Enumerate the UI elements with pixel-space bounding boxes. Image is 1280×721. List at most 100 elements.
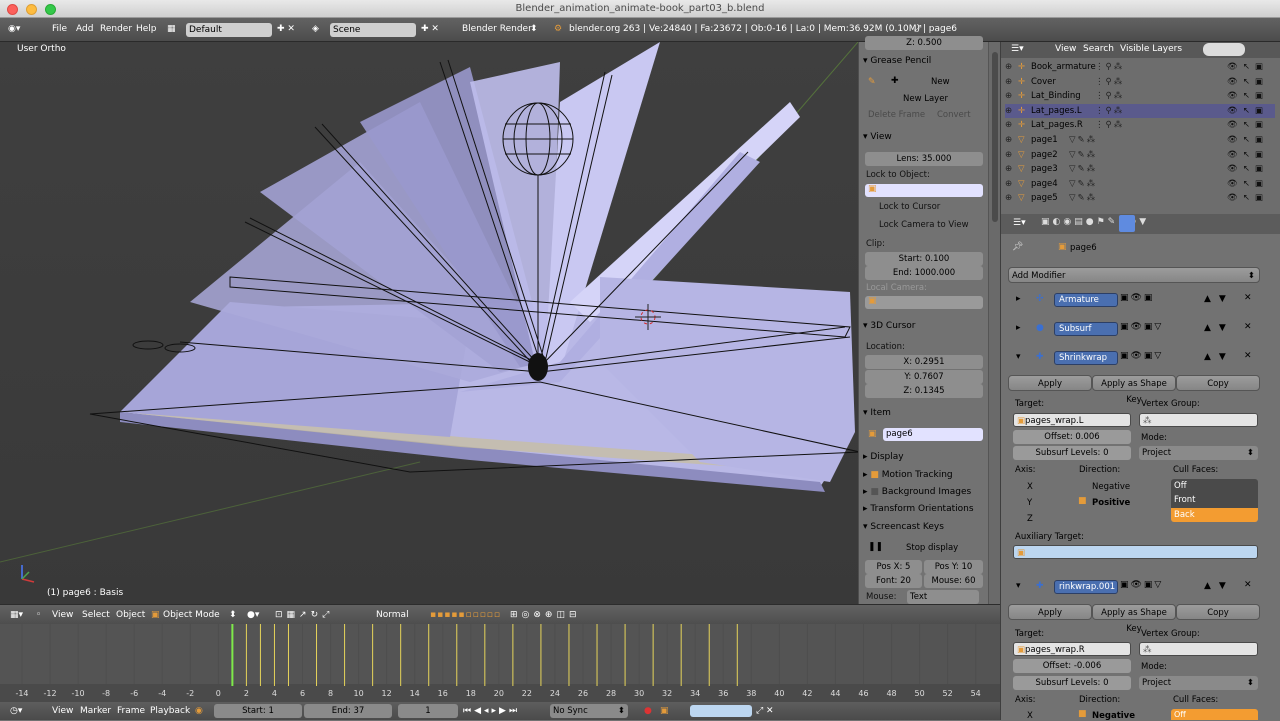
cull-front-option-1[interactable]: Front <box>1171 493 1258 508</box>
outliner-row[interactable]: ⊕ ▽ page2 ▽✎⁂ 👁︎↖▣ <box>1005 148 1275 163</box>
gp-new-button[interactable]: New <box>931 77 950 87</box>
mode-selector[interactable]: Object Mode <box>163 610 220 620</box>
object-data-icons[interactable]: ⋮⚲⁂ <box>1095 104 1124 119</box>
scene-selector[interactable]: Scene <box>330 23 416 37</box>
menu-help[interactable]: Help <box>136 24 157 34</box>
playback-controls-icons[interactable]: ⏮◀◂▸▶⏭ <box>463 706 520 716</box>
expand-icon[interactable]: ⊕ <box>1005 60 1012 75</box>
cursor-x-field[interactable]: X: 0.2951 <box>865 355 983 369</box>
pivot-orientation-select[interactable]: Normal <box>376 610 409 620</box>
timeline-editor-icon[interactable]: ◷▾ <box>10 706 22 716</box>
mode-select-2[interactable]: Project ⬍ <box>1139 676 1258 690</box>
transform-widget-icons[interactable]: ⊡▦↗↻⤢ <box>275 610 333 620</box>
modifier-move-icons[interactable]: ▲▼ <box>1204 581 1234 591</box>
modifier-move-icons[interactable]: ▲▼ <box>1204 352 1234 362</box>
outliner-item-name[interactable]: page4 <box>1031 177 1058 192</box>
menu-file[interactable]: File <box>52 24 67 34</box>
modifier-tab-icon[interactable] <box>1119 215 1135 232</box>
properties-editor-icon[interactable]: ☰▾ <box>1013 218 1026 228</box>
modifier-visibility-icons[interactable]: ▣👁︎▣ <box>1120 293 1154 303</box>
transform-orientations-header[interactable]: ▸ Transform Orientations <box>863 501 985 517</box>
n-panel-scrollbar[interactable] <box>988 42 1000 604</box>
object-data-icons[interactable]: ⋮⚲⁂ <box>1095 118 1124 133</box>
cursor-z-field[interactable]: Z: 0.1345 <box>865 384 983 398</box>
outliner-row[interactable]: ⊕ ▽ page5 ▽✎⁂ 👁︎↖▣ <box>1005 191 1275 206</box>
remove-modifier-icon[interactable]: ✕ <box>1244 351 1252 361</box>
outliner-row[interactable]: ⊕ ✛ Lat_pages.L ⋮⚲⁂ 👁︎↖▣ <box>1005 103 1275 119</box>
add-modifier-button[interactable]: Add Modifier ⬍ <box>1008 267 1260 283</box>
modifier-header[interactable]: ▾ ✚ Shrinkwrap ▣👁︎▣▽ ▲▼ ✕ <box>1008 350 1260 367</box>
expand-icon[interactable]: ⊕ <box>1005 177 1012 192</box>
timeline-frame-menu[interactable]: Frame <box>117 706 145 716</box>
clip-end-field[interactable]: End: 1000.000 <box>865 266 983 280</box>
visibility-icons[interactable]: 👁︎↖▣ <box>1227 118 1268 133</box>
expand-icon[interactable]: ⊕ <box>1005 118 1012 133</box>
visibility-icons[interactable]: 👁︎↖▣ <box>1227 89 1268 104</box>
add-layout-icon[interactable]: ✚ ✕ <box>277 24 295 34</box>
object-data-icons[interactable]: ▽✎⁂ <box>1069 133 1097 148</box>
object-data-icons[interactable]: ▽✎⁂ <box>1069 191 1097 206</box>
background-images-header[interactable]: ▸ ■ Background Images <box>863 484 985 500</box>
gp-new-layer-button[interactable]: New Layer <box>903 94 948 104</box>
insert-key-icon[interactable]: ⤢ ✕ <box>756 706 774 716</box>
expand-toggle-icon[interactable]: ▾ <box>1016 581 1021 591</box>
modifier-visibility-icons[interactable]: ▣👁︎▣▽ <box>1120 351 1163 361</box>
outliner-row[interactable]: ⊕ ✛ Cover ⋮⚲⁂ 👁︎↖▣ <box>1005 75 1275 90</box>
gp-delete-frame-button[interactable]: Delete Frame <box>868 110 925 120</box>
outliner-item-name[interactable]: Book_armature <box>1031 60 1096 75</box>
apply-shape-key-button-1[interactable]: Apply as Shape Key <box>1092 375 1176 405</box>
screencast-keys-header[interactable]: ▾ Screencast Keys <box>863 519 985 535</box>
pos-x-field[interactable]: Pos X: 5 <box>865 560 922 574</box>
remove-modifier-icon[interactable]: ✕ <box>1244 322 1252 332</box>
visibility-icons[interactable]: 👁︎↖▣ <box>1227 191 1268 206</box>
scrollbar-thumb[interactable] <box>992 52 998 222</box>
modifier-visibility-icons[interactable]: ▣👁︎▣▽ <box>1120 580 1163 590</box>
clip-start-field[interactable]: Start: 0.100 <box>865 252 983 266</box>
offset-field-1[interactable]: Offset: 0.006 <box>1013 430 1131 444</box>
timeline-marker-menu[interactable]: Marker <box>80 706 111 716</box>
record-icon[interactable]: ● <box>644 706 652 716</box>
stop-display-button[interactable]: Stop display <box>906 543 958 553</box>
local-camera-field[interactable]: ▣ <box>865 296 983 309</box>
subsurf-levels-field-2[interactable]: Subsurf Levels: 0 <box>1013 676 1131 690</box>
menu-render[interactable]: Render <box>100 24 132 34</box>
object-data-icons[interactable]: ⋮⚲⁂ <box>1095 75 1124 90</box>
menu-add[interactable]: Add <box>76 24 93 34</box>
keying-set-field[interactable] <box>690 705 752 717</box>
outliner-item-name[interactable]: Cover <box>1031 75 1056 90</box>
outliner-item-name[interactable]: page2 <box>1031 148 1058 163</box>
modifier-name-field[interactable]: Shrinkwrap <box>1054 351 1118 365</box>
modifier-name-field[interactable]: Subsurf <box>1054 322 1118 336</box>
negative-checkbox-1[interactable]: Negative <box>1092 482 1130 492</box>
add-scene-icon[interactable]: ✚ ✕ <box>421 24 439 34</box>
lock-object-field[interactable]: ▣ <box>865 184 983 197</box>
timeline-editor[interactable]: -14 -12 -10 -8 -6 -4 -2 0 2 4 6 8 10 12 14 16 18 20 22 24 26… <box>0 624 1000 702</box>
mode-select-1[interactable]: Project ⬍ <box>1139 446 1258 460</box>
motion-tracking-header[interactable]: ▸ ■ Motion Tracking <box>863 467 985 483</box>
outliner-row[interactable]: ⊕ ▽ page1 ▽✎⁂ 👁︎↖▣ <box>1005 133 1275 148</box>
outliner-row[interactable]: ⊕ ✛ Book_armature ⋮⚲⁂ 👁︎↖▣ <box>1005 60 1275 75</box>
mouse-size-field[interactable]: Mouse: 60 <box>924 574 983 588</box>
outliner-row[interactable]: ⊕ ▽ page3 ▽✎⁂ 👁︎↖▣ <box>1005 162 1275 177</box>
expand-icon[interactable]: ⊕ <box>1005 89 1012 104</box>
timeline-playback-menu[interactable]: Playback <box>150 706 190 716</box>
3d-select-menu[interactable]: Select <box>82 610 110 620</box>
modifier-header[interactable]: ▸ ✣ Armature ▣👁︎▣ ▲▼ ✕ <box>1008 292 1260 309</box>
object-data-icons[interactable]: ⋮⚲⁂ <box>1095 89 1124 104</box>
outliner-item-name[interactable]: Lat_pages.L <box>1031 104 1082 119</box>
snap-icons[interactable]: ⊞◎⊗⊕◫⊟ <box>510 610 581 620</box>
outliner-item-name[interactable]: Lat_pages.R <box>1031 118 1083 133</box>
vertex-group-field-1[interactable]: ⁂ <box>1139 413 1258 427</box>
minimize-window-button[interactable] <box>26 4 37 15</box>
lens-field[interactable]: Lens: 35.000 <box>865 152 983 166</box>
outliner-item-name[interactable]: page3 <box>1031 162 1058 177</box>
modifier-name-field[interactable]: Armature <box>1054 293 1118 307</box>
pos-y-field[interactable]: Pos Y: 10 <box>924 560 983 574</box>
grease-pencil-header[interactable]: ▾ Grease Pencil <box>863 53 985 69</box>
3d-viewport[interactable]: User Ortho (1) page6 : Basis <box>0 42 858 604</box>
axis-z-checkbox-1[interactable]: Z <box>1027 514 1033 524</box>
apply-button-1[interactable]: Apply <box>1008 375 1092 391</box>
offset-field-2[interactable]: Offset: -0.006 <box>1013 659 1131 673</box>
3d-view-menu[interactable]: View <box>52 610 73 620</box>
mode-dropdown-icon[interactable]: ⬍ <box>229 610 237 620</box>
